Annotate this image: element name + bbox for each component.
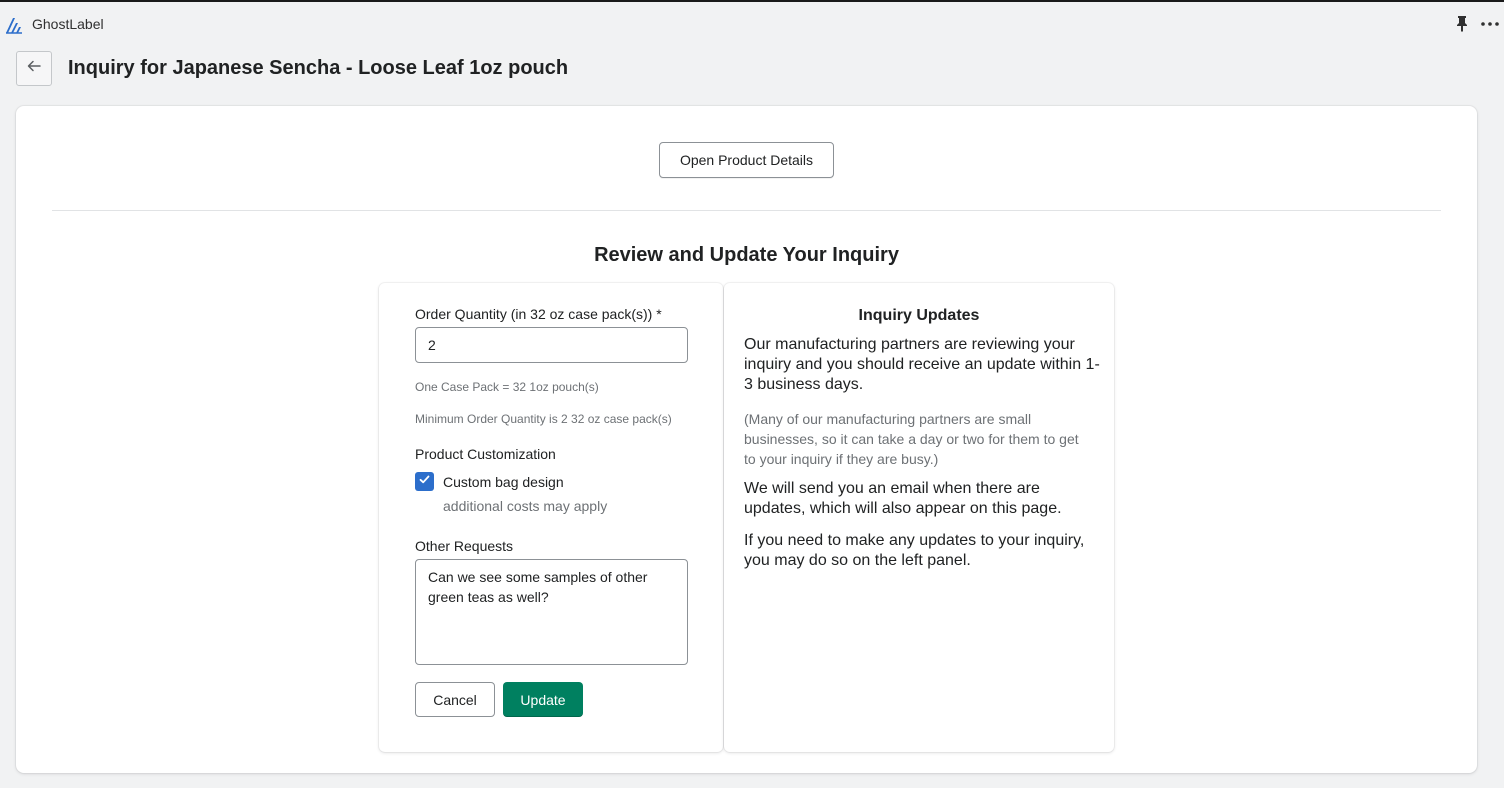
section-title: Review and Update Your Inquiry <box>594 244 899 266</box>
arrow-left-icon <box>26 58 42 79</box>
updates-paragraph-email: We will send you an email when there are… <box>744 480 1062 517</box>
cancel-button[interactable]: Cancel <box>415 682 495 717</box>
other-requests-label: Other Requests <box>415 538 514 554</box>
updates-paragraph-edit: If you need to make any updates to your … <box>744 532 1085 569</box>
other-requests-textarea[interactable]: Can we see some samples of other green t… <box>415 559 688 665</box>
product-customization-label: Product Customization <box>415 446 556 462</box>
inquiry-form-panel: Order Quantity (in 32 oz case pack(s)) *… <box>379 283 723 752</box>
update-button[interactable]: Update <box>503 682 583 717</box>
minimum-order-help-text: Minimum Order Quantity is 2 32 oz case p… <box>415 412 672 426</box>
inquiry-updates-title: Inquiry Updates <box>858 307 980 324</box>
app-bar: GhostLabel <box>0 2 1504 46</box>
main-card: Open Product Details Review and Update Y… <box>16 106 1477 773</box>
pin-icon[interactable] <box>1454 15 1470 33</box>
app-name: GhostLabel <box>32 16 104 32</box>
page-title: Inquiry for Japanese Sencha - Loose Leaf… <box>68 57 569 79</box>
more-horizontal-icon[interactable] <box>1480 15 1500 33</box>
updates-paragraph-review: Our manufacturing partners are reviewing… <box>744 336 1100 393</box>
custom-bag-design-label[interactable]: Custom bag design <box>443 474 564 490</box>
back-button[interactable] <box>16 51 52 86</box>
custom-bag-design-checkbox[interactable] <box>415 472 434 491</box>
case-pack-help-text: One Case Pack = 32 1oz pouch(s) <box>415 380 599 394</box>
updates-note: (Many of our manufacturing partners are … <box>744 411 1079 467</box>
ghostlabel-logo-icon <box>4 15 24 35</box>
divider <box>52 210 1441 211</box>
inquiry-updates-panel: Inquiry Updates Our manufacturing partne… <box>724 283 1114 752</box>
checkmark-icon <box>418 473 431 491</box>
order-quantity-label: Order Quantity (in 32 oz case pack(s)) * <box>415 306 662 322</box>
open-product-details-button[interactable]: Open Product Details <box>659 142 834 178</box>
custom-bag-help-text: additional costs may apply <box>443 498 608 514</box>
order-quantity-input[interactable]: 2 <box>415 327 688 363</box>
